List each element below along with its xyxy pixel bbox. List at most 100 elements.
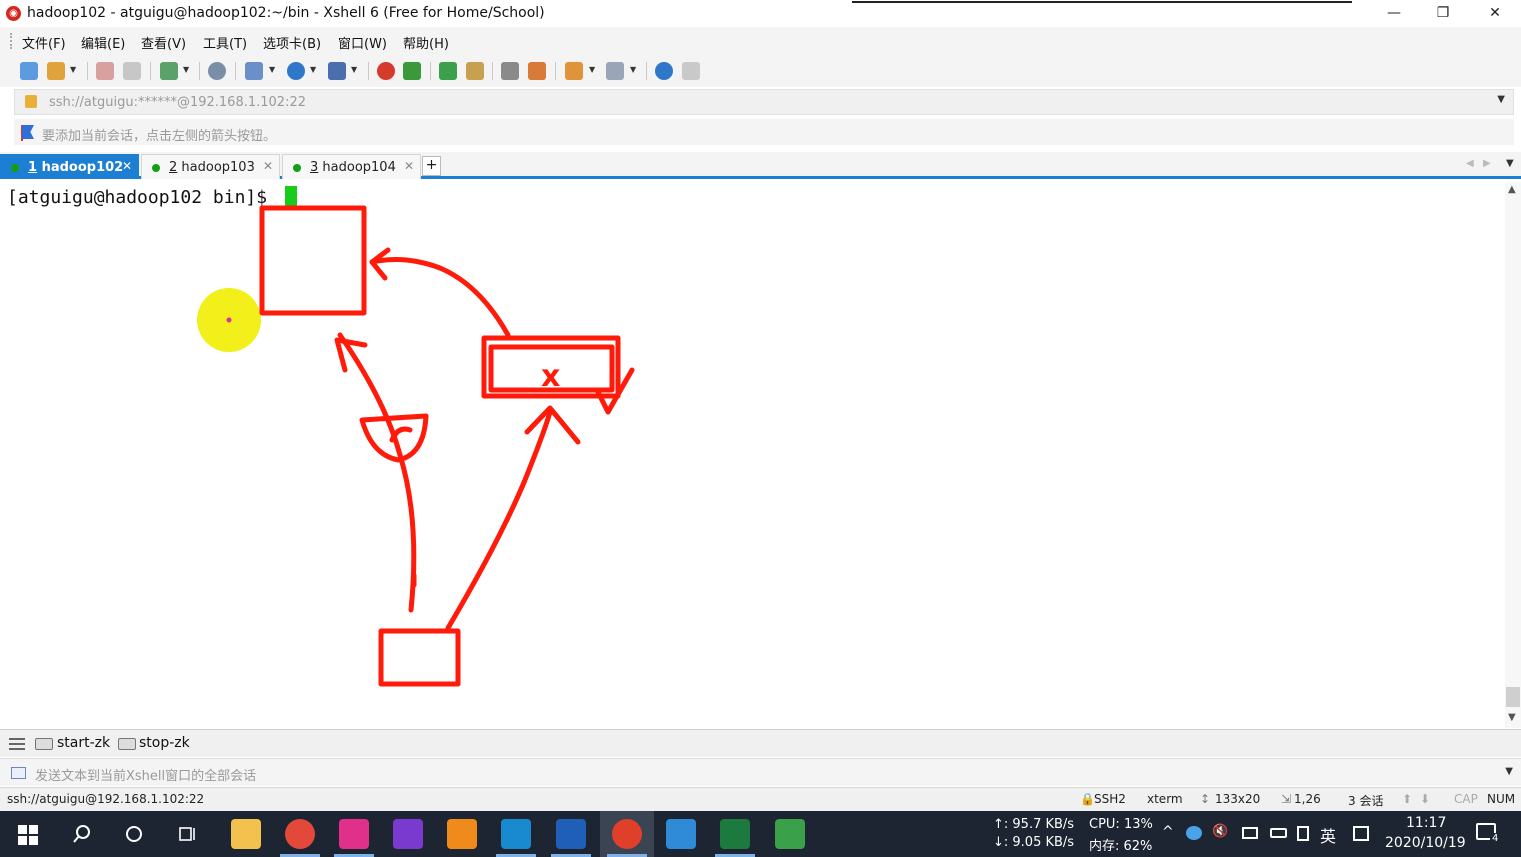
lock-icon[interactable]	[466, 62, 484, 80]
layout-icon[interactable]	[606, 62, 624, 80]
tab-label: hadoop103	[181, 160, 255, 175]
app-icon[interactable]	[666, 819, 696, 849]
transfer-icon[interactable]	[245, 62, 263, 80]
restore-button[interactable]: ❐	[1430, 3, 1456, 23]
fullscreen-icon[interactable]	[439, 62, 457, 80]
new-tab-button[interactable]: +	[422, 156, 441, 176]
datagrip-icon[interactable]	[393, 819, 423, 849]
status-caps: CAP	[1454, 792, 1478, 806]
keyboard-icon[interactable]	[501, 62, 519, 80]
menu-edit[interactable]: 编辑(E)	[81, 33, 125, 52]
add-session-flag-icon[interactable]	[22, 125, 34, 139]
menu-view[interactable]: 查看(V)	[141, 33, 186, 52]
script-icon[interactable]	[403, 62, 421, 80]
tray-expand-icon[interactable]: ^	[1162, 824, 1174, 840]
tab-close-icon[interactable]: ✕	[122, 159, 132, 173]
sublime-icon[interactable]	[447, 819, 477, 849]
status-cursor-icon: ⇲	[1281, 792, 1292, 806]
tab-close-icon[interactable]: ✕	[404, 159, 414, 173]
find-icon[interactable]	[208, 62, 226, 80]
tab-bar: 1 hadoop102 ✕ 2 hadoop103 ✕ 3 hadoop104 …	[0, 152, 1521, 179]
excel-icon[interactable]	[720, 819, 750, 849]
menu-help[interactable]: 帮助(H)	[403, 33, 449, 52]
status-up-icon[interactable]: ⬆	[1402, 792, 1412, 806]
quick-command-start-zk[interactable]: start-zk	[57, 735, 110, 751]
search-icon[interactable]	[72, 824, 92, 844]
windows-taskbar: ↑: 95.7 KB/s ↓: 9.05 KB/s CPU: 13% 内存: 6…	[0, 811, 1521, 857]
tab-label: hadoop102	[41, 160, 124, 175]
quick-command-stop-zk[interactable]: stop-zk	[139, 735, 190, 751]
windows-start-icon[interactable]	[18, 825, 38, 845]
terminal-scrollbar[interactable]: ▲ ▼	[1505, 182, 1521, 728]
tab-hadoop102[interactable]: 1 hadoop102 ✕	[0, 154, 139, 179]
menu-window[interactable]: 窗口(W)	[338, 33, 387, 52]
tab-close-icon[interactable]: ✕	[263, 159, 273, 173]
network-icon[interactable]	[1242, 827, 1258, 839]
open-folder-icon[interactable]	[47, 62, 65, 80]
word-icon[interactable]	[556, 819, 586, 849]
status-terminal-type: xterm	[1147, 792, 1183, 806]
compose-icon	[11, 767, 26, 779]
scroll-down-icon[interactable]: ▼	[1508, 712, 1516, 723]
cortana-icon[interactable]	[124, 824, 144, 844]
properties-icon[interactable]	[160, 62, 178, 80]
session-status-icon	[152, 164, 160, 172]
quick-command-bar: start-zk stop-zk	[0, 729, 1521, 757]
menu-bar: 文件(F) 编辑(E) 查看(V) 工具(T) 选项卡(B) 窗口(W) 帮助(…	[0, 27, 1521, 55]
volume-icon[interactable]: 🔇	[1212, 824, 1228, 839]
lock-icon	[25, 95, 37, 108]
remote-app-icon[interactable]	[501, 819, 531, 849]
close-button[interactable]: ✕	[1482, 3, 1508, 23]
tab-hadoop103[interactable]: 2 hadoop103 ✕	[141, 154, 280, 179]
file-explorer-icon[interactable]	[231, 819, 261, 849]
tab-hadoop104[interactable]: 3 hadoop104 ✕	[282, 154, 421, 179]
status-size-icon: ↕	[1200, 792, 1211, 806]
comment-icon[interactable]	[682, 62, 700, 80]
new-session-icon[interactable]	[20, 62, 38, 80]
menu-tools[interactable]: 工具(T)	[203, 33, 247, 52]
connect-icon[interactable]	[96, 62, 114, 80]
tablet-icon[interactable]	[1297, 826, 1309, 841]
compose-placeholder[interactable]: 发送文本到当前Xshell窗口的全部会话	[35, 765, 256, 784]
compose-bar[interactable]: 发送文本到当前Xshell窗口的全部会话 ▼	[0, 758, 1521, 786]
weather-icon[interactable]	[1186, 826, 1202, 840]
scroll-up-icon[interactable]: ▲	[1508, 184, 1516, 195]
minimize-button[interactable]: —	[1381, 3, 1407, 23]
disconnect-icon[interactable]	[123, 62, 141, 80]
clock-time[interactable]: 11:17	[1406, 815, 1446, 831]
keyboard-icon	[35, 738, 53, 750]
compose-icon[interactable]	[565, 62, 583, 80]
address-bar[interactable]: ssh://atguigu:******@192.168.1.102:22 ▼	[14, 89, 1514, 115]
menu-file[interactable]: 文件(F)	[22, 33, 66, 52]
window-title: hadoop102 - atguigu@hadoop102:~/bin - Xs…	[27, 5, 545, 21]
tab-prev-icon[interactable]: ◀	[1466, 158, 1474, 169]
tab-next-icon[interactable]: ▶	[1483, 158, 1491, 169]
scroll-thumb[interactable]	[1506, 687, 1520, 707]
status-down-icon[interactable]: ⬇	[1420, 792, 1430, 806]
session-status-icon	[11, 164, 19, 172]
battery-icon[interactable]	[1270, 828, 1287, 838]
highlight-icon[interactable]	[528, 62, 546, 80]
font-icon[interactable]	[328, 62, 346, 80]
tab-list-icon[interactable]: ▼	[1506, 158, 1514, 169]
address-value[interactable]: ssh://atguigu:******@192.168.1.102:22	[49, 95, 306, 110]
terminal-area[interactable]: [atguigu@hadoop102 bin]$	[0, 182, 1505, 728]
chrome-icon[interactable]	[285, 819, 315, 849]
compose-dropdown-icon[interactable]: ▼	[1505, 766, 1513, 777]
clock-date[interactable]: 2020/10/19	[1385, 835, 1466, 851]
globe-icon[interactable]	[287, 62, 305, 80]
cloud-app-icon[interactable]	[775, 819, 805, 849]
menu-tab[interactable]: 选项卡(B)	[263, 33, 321, 52]
session-hint-text: 要添加当前会话，点击左侧的箭头按钮。	[42, 129, 277, 144]
address-dropdown-icon[interactable]: ▼	[1497, 94, 1505, 105]
xftp-icon[interactable]	[377, 62, 395, 80]
status-connection: ssh://atguigu@192.168.1.102:22	[7, 792, 205, 806]
quick-menu-icon[interactable]	[9, 738, 25, 750]
ime-mode-icon[interactable]	[1353, 826, 1369, 841]
xshell-taskbar-icon[interactable]	[612, 819, 642, 849]
help-icon[interactable]	[655, 62, 673, 80]
intellij-icon[interactable]	[339, 819, 369, 849]
menu-grip	[10, 33, 13, 49]
task-view-icon[interactable]	[178, 824, 198, 844]
input-method-indicator[interactable]: 英	[1320, 823, 1336, 847]
